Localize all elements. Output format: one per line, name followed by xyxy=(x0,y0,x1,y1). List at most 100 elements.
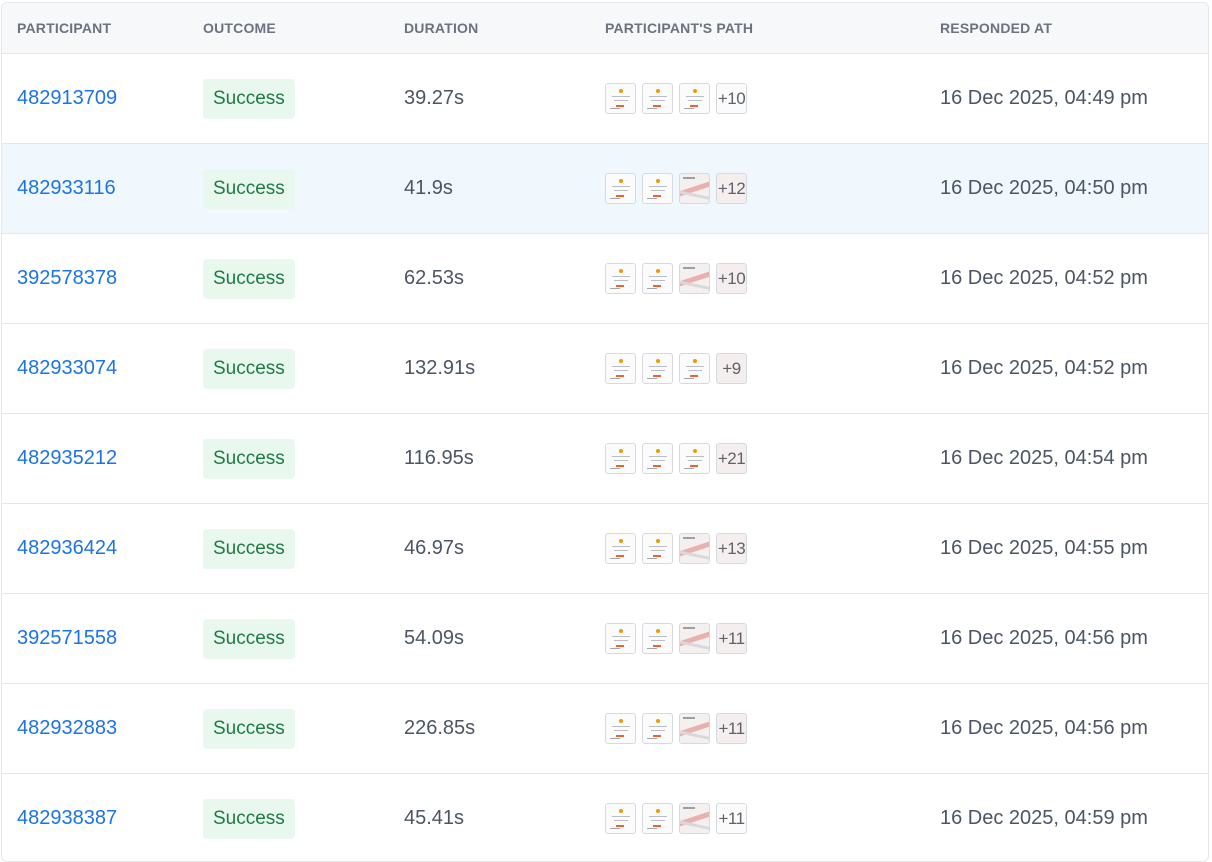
responded-at-value: 16 Dec 2025, 04:56 pm xyxy=(940,717,1148,739)
responded-at-cell: 16 Dec 2025, 04:59 pm xyxy=(940,807,1208,830)
path-screen-thumbnail[interactable] xyxy=(642,623,673,654)
duration-value: 45.41s xyxy=(404,807,465,829)
path-more-screens[interactable]: +13 xyxy=(716,533,747,564)
path-more-count: +9 xyxy=(722,358,741,378)
path-more-count: +11 xyxy=(718,628,745,648)
path-more-screens[interactable]: +9 xyxy=(716,353,747,384)
status-badge: Success xyxy=(203,708,295,749)
path-screen-thumbnail[interactable] xyxy=(679,803,710,834)
duration-value: 54.09s xyxy=(404,627,465,649)
duration-cell: 39.27s xyxy=(404,87,605,110)
participant-id-link[interactable]: 482935212 xyxy=(17,447,117,469)
responded-at-cell: 16 Dec 2025, 04:56 pm xyxy=(940,717,1208,740)
responded-at-value: 16 Dec 2025, 04:59 pm xyxy=(940,807,1148,829)
path-screen-thumbnail[interactable] xyxy=(679,173,710,204)
duration-cell: 132.91s xyxy=(404,357,605,380)
path-screen-thumbnail[interactable] xyxy=(605,83,636,114)
responded-at-value: 16 Dec 2025, 04:49 pm xyxy=(940,87,1148,109)
path-more-screens[interactable]: +10 xyxy=(716,83,747,114)
outcome-cell: Success xyxy=(203,348,404,389)
table-row[interactable]: 392571558 Success 54.09s +11 16 Dec 2025… xyxy=(2,594,1208,684)
table-header: PARTICIPANT OUTCOME DURATION PARTICIPANT… xyxy=(2,3,1208,54)
path-screen-thumbnail[interactable] xyxy=(679,533,710,564)
path-screen-thumbnail[interactable] xyxy=(642,713,673,744)
table-row[interactable]: 482938387 Success 45.41s +11 16 Dec 2025… xyxy=(2,774,1208,861)
participant-id-link[interactable]: 392578378 xyxy=(17,267,117,289)
participant-id-link[interactable]: 392571558 xyxy=(17,627,117,649)
path-screen-thumbnail[interactable] xyxy=(605,803,636,834)
path-more-count: +10 xyxy=(717,268,746,288)
responded-at-cell: 16 Dec 2025, 04:52 pm xyxy=(940,267,1208,290)
table-row[interactable]: 482933116 Success 41.9s +12 16 Dec 2025,… xyxy=(2,144,1208,234)
column-header-responded-at[interactable]: RESPONDED AT xyxy=(940,20,1208,36)
path-screen-thumbnail[interactable] xyxy=(605,173,636,204)
path-more-screens[interactable]: +10 xyxy=(716,263,747,294)
path-screen-thumbnail[interactable] xyxy=(679,623,710,654)
column-header-duration[interactable]: DURATION xyxy=(404,20,605,36)
path-more-screens[interactable]: +11 xyxy=(716,713,747,744)
participant-cell: 482935212 xyxy=(2,447,203,470)
path-screen-thumbnail[interactable] xyxy=(642,83,673,114)
column-header-outcome[interactable]: OUTCOME xyxy=(203,20,404,36)
path-screen-thumbnail[interactable] xyxy=(605,623,636,654)
participant-path-cell: +9 xyxy=(605,353,940,384)
path-screen-thumbnail[interactable] xyxy=(605,263,636,294)
path-screen-thumbnail[interactable] xyxy=(679,263,710,294)
path-screen-thumbnail[interactable] xyxy=(679,83,710,114)
participant-cell: 482936424 xyxy=(2,537,203,560)
table-row[interactable]: 482932883 Success 226.85s +11 16 Dec 202… xyxy=(2,684,1208,774)
path-screen-thumbnail[interactable] xyxy=(642,173,673,204)
path-more-screens[interactable]: +11 xyxy=(716,623,747,654)
outcome-cell: Success xyxy=(203,618,404,659)
path-screen-thumbnail[interactable] xyxy=(605,713,636,744)
table-row[interactable]: 392578378 Success 62.53s +10 16 Dec 2025… xyxy=(2,234,1208,324)
responded-at-value: 16 Dec 2025, 04:52 pm xyxy=(940,357,1148,379)
duration-cell: 62.53s xyxy=(404,267,605,290)
path-screen-thumbnail[interactable] xyxy=(679,353,710,384)
table-row[interactable]: 482936424 Success 46.97s +13 16 Dec 2025… xyxy=(2,504,1208,594)
table-row[interactable]: 482935212 Success 116.95s +21 16 Dec 202… xyxy=(2,414,1208,504)
status-badge: Success xyxy=(203,168,295,209)
participant-path-cell: +21 xyxy=(605,443,940,474)
participant-cell: 392571558 xyxy=(2,627,203,650)
path-screen-thumbnail[interactable] xyxy=(605,353,636,384)
path-more-screens[interactable]: +21 xyxy=(716,443,747,474)
path-screen-thumbnail[interactable] xyxy=(642,803,673,834)
column-header-participant[interactable]: PARTICIPANT xyxy=(2,20,203,36)
table-row[interactable]: 482933074 Success 132.91s +9 16 Dec 2025… xyxy=(2,324,1208,414)
outcome-cell: Success xyxy=(203,798,404,839)
participant-id-link[interactable]: 482933074 xyxy=(17,357,117,379)
path-screen-thumbnail[interactable] xyxy=(642,443,673,474)
path-more-count: +12 xyxy=(717,178,746,198)
duration-value: 41.9s xyxy=(404,177,453,199)
participant-id-link[interactable]: 482913709 xyxy=(17,87,117,109)
path-screen-thumbnail[interactable] xyxy=(642,263,673,294)
participant-id-link[interactable]: 482938387 xyxy=(17,807,117,829)
path-screen-thumbnail[interactable] xyxy=(605,533,636,564)
participant-id-link[interactable]: 482933116 xyxy=(17,177,116,199)
responded-at-value: 16 Dec 2025, 04:52 pm xyxy=(940,267,1148,289)
table-row[interactable]: 482913709 Success 39.27s +10 16 Dec 2025… xyxy=(2,54,1208,144)
path-screen-thumbnail[interactable] xyxy=(642,353,673,384)
column-header-path[interactable]: PARTICIPANT'S PATH xyxy=(605,20,940,36)
path-more-count: +21 xyxy=(717,448,746,468)
participant-cell: 482933116 xyxy=(2,177,203,200)
path-more-count: +13 xyxy=(717,538,746,558)
participant-path-cell: +10 xyxy=(605,263,940,294)
path-screen-thumbnail[interactable] xyxy=(679,443,710,474)
path-more-screens[interactable]: +11 xyxy=(716,803,747,834)
participant-id-link[interactable]: 482936424 xyxy=(17,537,117,559)
table-body: 482913709 Success 39.27s +10 16 Dec 2025… xyxy=(2,54,1208,861)
duration-value: 226.85s xyxy=(404,717,476,739)
responded-at-value: 16 Dec 2025, 04:56 pm xyxy=(940,627,1148,649)
responded-at-cell: 16 Dec 2025, 04:49 pm xyxy=(940,87,1208,110)
duration-cell: 46.97s xyxy=(404,537,605,560)
path-screen-thumbnail[interactable] xyxy=(605,443,636,474)
path-more-count: +11 xyxy=(718,718,745,738)
responded-at-value: 16 Dec 2025, 04:55 pm xyxy=(940,537,1148,559)
path-screen-thumbnail[interactable] xyxy=(679,713,710,744)
path-screen-thumbnail[interactable] xyxy=(642,533,673,564)
participant-id-link[interactable]: 482932883 xyxy=(17,717,117,739)
path-more-screens[interactable]: +12 xyxy=(716,173,747,204)
participant-cell: 482932883 xyxy=(2,717,203,740)
